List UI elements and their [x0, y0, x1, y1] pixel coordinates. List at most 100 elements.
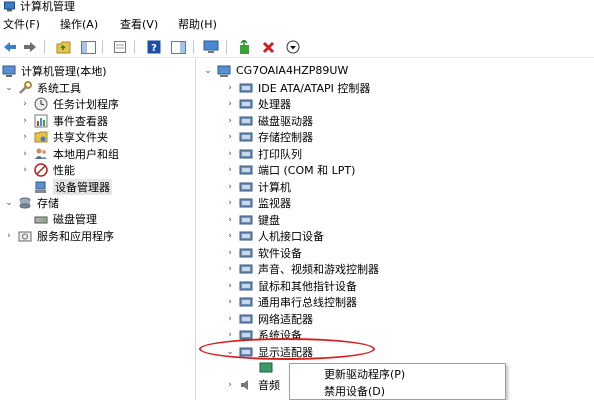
chevron-down-icon[interactable]: ⌄	[203, 66, 213, 76]
device-category[interactable]: › 网络适配器	[225, 310, 313, 327]
chevron-right-icon[interactable]: ›	[20, 165, 30, 175]
device-category[interactable]: › 端口 (COM 和 LPT)	[225, 162, 355, 179]
chevron-right-icon[interactable]: ›	[4, 231, 14, 241]
device-category[interactable]: › 人机接口设备	[225, 228, 324, 245]
chevron-down-icon[interactable]: ⌄	[4, 198, 14, 208]
device-category[interactable]: › 软件设备	[225, 244, 302, 261]
audio-icon	[239, 378, 253, 392]
chevron-right-icon[interactable]: ›	[20, 99, 30, 109]
device-category-label: 鼠标和其他指针设备	[258, 279, 357, 293]
title-bar: 计算机管理	[0, 0, 594, 14]
tree-node-event-viewer[interactable]: › 事件查看器	[20, 112, 108, 129]
monitor-icon[interactable]	[203, 39, 219, 55]
menu-item-disable-device[interactable]: 禁用设备(D)	[324, 384, 385, 399]
chevron-right-icon[interactable]: ›	[225, 314, 235, 324]
chevron-down-icon[interactable]: ⌄	[4, 83, 14, 93]
chevron-right-icon[interactable]: ›	[225, 132, 235, 142]
forward-icon[interactable]	[22, 39, 38, 55]
device-tree-pane: ⌄ CG7OAIA4HZP89UW › IDE ATA/ATAPI 控制器 › 处理器…	[197, 59, 594, 400]
device-category-label: 处理器	[258, 98, 291, 111]
tree-label: 存储	[37, 196, 59, 210]
menu-help[interactable]: 帮助(H)	[178, 18, 217, 32]
device-category-partial[interactable]: › 音频	[225, 376, 280, 393]
download-icon[interactable]	[285, 39, 301, 55]
device-category[interactable]: › 监视器	[225, 195, 291, 212]
usb-icon	[239, 295, 253, 309]
chevron-right-icon[interactable]: ›	[225, 248, 235, 258]
chevron-right-icon[interactable]: ›	[225, 149, 235, 159]
chevron-right-icon[interactable]: ›	[225, 165, 235, 175]
update-driver-icon[interactable]	[236, 39, 252, 55]
chevron-right-icon[interactable]: ›	[20, 149, 30, 159]
action-pane-icon[interactable]	[170, 39, 186, 55]
menu-view[interactable]: 查看(V)	[120, 18, 158, 32]
device-category[interactable]: › 系统设备	[225, 327, 302, 344]
device-category-label: 声音、视频和游戏控制器	[258, 263, 379, 276]
chevron-right-icon[interactable]: ›	[225, 83, 235, 93]
device-category[interactable]: › 磁盘驱动器	[225, 112, 313, 129]
device-category-label: 软件设备	[258, 246, 302, 260]
chevron-right-icon[interactable]: ›	[225, 330, 235, 340]
device-category-label: 监视器	[258, 197, 291, 210]
disk-icon	[34, 212, 48, 226]
chevron-right-icon[interactable]: ›	[20, 116, 30, 126]
tree-label: 事件查看器	[53, 114, 108, 128]
keyboard-icon	[239, 213, 253, 227]
chevron-right-icon[interactable]: ›	[225, 198, 235, 208]
device-root[interactable]: ⌄ CG7OAIA4HZP89UW	[203, 62, 348, 79]
uninstall-icon[interactable]	[260, 39, 276, 55]
help-icon[interactable]: ?	[146, 39, 162, 55]
tree-node-storage[interactable]: ⌄ 存储	[4, 194, 59, 211]
menu-item-update-driver[interactable]: 更新驱动程序(P)	[324, 367, 405, 382]
chevron-right-icon[interactable]: ›	[225, 99, 235, 109]
chevron-right-icon[interactable]: ›	[225, 116, 235, 126]
device-category[interactable]: › 处理器	[225, 96, 291, 113]
device-category[interactable]: › 通用串行总线控制器	[225, 294, 357, 311]
menu-action[interactable]: 操作(A)	[60, 18, 98, 32]
show-hide-tree-icon[interactable]	[80, 39, 96, 55]
tree-node-system-tools[interactable]: ⌄ 系统工具	[4, 79, 81, 96]
device-category[interactable]: › 鼠标和其他指针设备	[225, 277, 357, 294]
device-category-label: 显示适配器	[258, 345, 313, 359]
device-category[interactable]: › 键盘	[225, 211, 280, 228]
menu-file[interactable]: 文件(F)	[3, 18, 40, 32]
chevron-right-icon[interactable]: ›	[225, 182, 235, 192]
device-category-label: 通用串行总线控制器	[258, 296, 357, 309]
chevron-down-icon[interactable]: ⌄	[225, 347, 235, 357]
tree-node-device-manager[interactable]: 设备管理器	[34, 178, 112, 195]
device-category[interactable]: › IDE ATA/ATAPI 控制器	[225, 79, 370, 96]
chevron-right-icon[interactable]: ›	[225, 215, 235, 225]
properties-icon[interactable]	[112, 39, 128, 55]
tree-node-disk-management[interactable]: 磁盘管理	[34, 210, 97, 227]
display-adapter-child[interactable]	[259, 360, 278, 377]
tree-node-shared-folders[interactable]: › 共享文件夹	[20, 128, 108, 145]
sound-icon	[239, 262, 253, 276]
tree-label: 性能	[53, 163, 75, 177]
device-category[interactable]: › 声音、视频和游戏控制器	[225, 261, 379, 278]
tree-label: 本地用户和组	[53, 147, 119, 161]
chevron-right-icon[interactable]: ›	[225, 264, 235, 274]
tree-node-local-users[interactable]: › 本地用户和组	[20, 145, 119, 162]
tree-node-performance[interactable]: › 性能	[20, 161, 75, 178]
toolbar-separator	[226, 40, 227, 54]
device-category[interactable]: › 打印队列	[225, 145, 302, 162]
chevron-right-icon[interactable]: ›	[225, 380, 235, 390]
chevron-right-icon[interactable]: ›	[20, 132, 30, 142]
ide-controller-icon	[239, 81, 253, 95]
hid-icon	[239, 229, 253, 243]
device-manager-icon	[34, 180, 48, 194]
tree-node-task-scheduler[interactable]: › 任务计划程序	[20, 95, 119, 112]
chevron-right-icon[interactable]: ›	[225, 231, 235, 241]
device-category-label: 系统设备	[258, 329, 302, 342]
device-category[interactable]: › 存储控制器	[225, 129, 313, 146]
tree-node-services-apps[interactable]: › 服务和应用程序	[4, 227, 114, 244]
up-folder-icon[interactable]	[55, 39, 71, 55]
device-category[interactable]: › 计算机	[225, 178, 291, 195]
device-category[interactable]: ⌄ 显示适配器	[225, 343, 313, 360]
device-root-label: CG7OAIA4HZP89UW	[236, 64, 349, 77]
clock-icon	[34, 97, 48, 111]
tree-node-computer-management[interactable]: 计算机管理(本地)	[2, 62, 107, 79]
chevron-right-icon[interactable]: ›	[225, 297, 235, 307]
back-icon[interactable]	[2, 39, 18, 55]
chevron-right-icon[interactable]: ›	[225, 281, 235, 291]
